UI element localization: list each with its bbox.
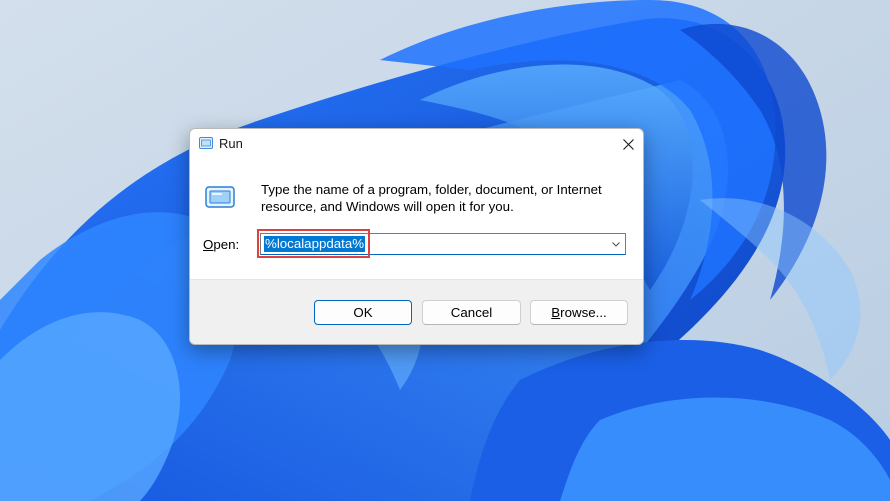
title-bar[interactable]: Run	[190, 129, 643, 159]
run-dialog: Run Type the name of a program, folder, …	[189, 128, 644, 345]
run-icon	[199, 137, 213, 149]
button-bar: OK Cancel Browse...	[190, 279, 643, 344]
browse-rest: rowse...	[560, 305, 607, 320]
browse-accel: B	[551, 305, 561, 320]
dialog-description: Type the name of a program, folder, docu…	[261, 182, 602, 214]
close-icon	[622, 138, 634, 150]
run-program-icon	[205, 186, 235, 208]
ok-button[interactable]: OK	[314, 300, 412, 325]
open-label-rest: pen:	[213, 237, 240, 252]
dialog-title: Run	[219, 136, 243, 151]
cancel-button[interactable]: Cancel	[422, 300, 521, 325]
close-button[interactable]	[613, 129, 643, 159]
chevron-down-icon[interactable]	[611, 239, 621, 249]
open-label-accel: O	[203, 237, 214, 252]
open-label: Open:	[203, 237, 239, 252]
open-combobox[interactable]: %localappdata%	[260, 233, 626, 255]
desktop: Run Type the name of a program, folder, …	[0, 0, 890, 501]
browse-button[interactable]: Browse...	[530, 300, 628, 325]
open-input-value[interactable]: %localappdata%	[264, 236, 366, 252]
